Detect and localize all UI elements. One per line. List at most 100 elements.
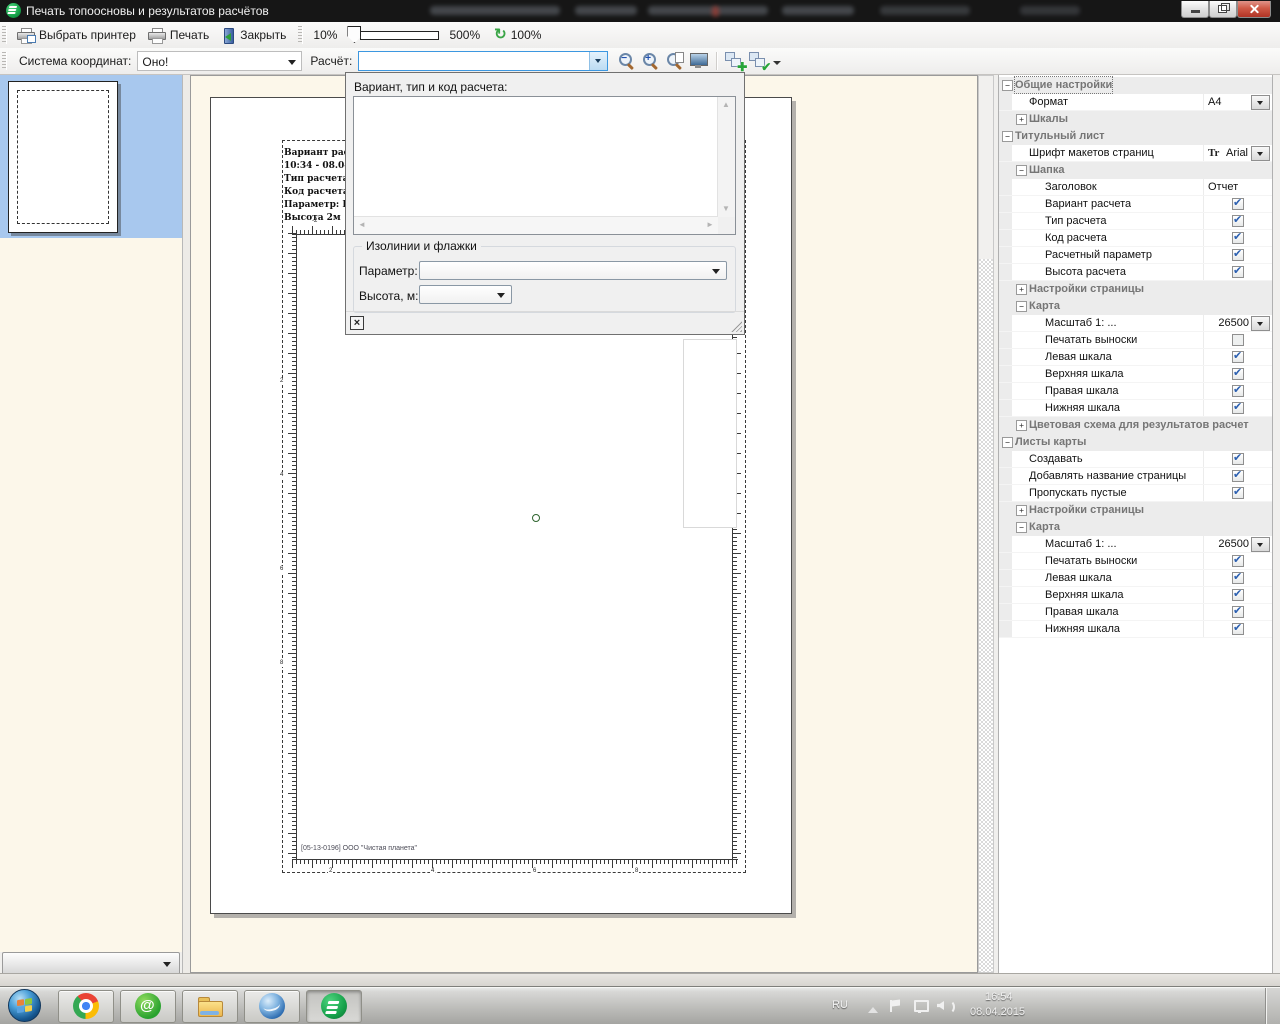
- category-label[interactable]: Карта: [1029, 298, 1060, 314]
- category-label[interactable]: Листы карты: [1015, 434, 1086, 450]
- checkbox-checked[interactable]: [1232, 249, 1244, 261]
- property-value[interactable]: Отчет: [1208, 179, 1238, 195]
- zoom-in-button[interactable]: +: [640, 50, 662, 72]
- category-label[interactable]: Настройки страницы: [1029, 502, 1144, 518]
- toolbar-grip[interactable]: [298, 26, 303, 44]
- collapse-toggle-icon[interactable]: −: [1002, 437, 1013, 448]
- property-value[interactable]: 26500: [1218, 315, 1249, 331]
- category-label[interactable]: Цветовая схема для результатов расчет: [1029, 417, 1249, 433]
- property-value[interactable]: A4: [1208, 94, 1221, 110]
- collapse-toggle-icon[interactable]: −: [1016, 301, 1027, 312]
- collapse-toggle-icon[interactable]: −: [1016, 165, 1027, 176]
- property-value-cell[interactable]: 26500: [1203, 315, 1271, 331]
- expand-toggle-icon[interactable]: +: [1016, 114, 1027, 125]
- expand-toggle-icon[interactable]: +: [1016, 420, 1027, 431]
- language-indicator[interactable]: RU: [832, 999, 848, 1011]
- checkbox-checked[interactable]: [1232, 232, 1244, 244]
- show-desktop-button[interactable]: [1265, 988, 1280, 1024]
- category-label[interactable]: Шкалы: [1029, 111, 1068, 127]
- close-preview-button[interactable]: Закрыть: [215, 25, 292, 45]
- checkbox-checked[interactable]: [1232, 572, 1244, 584]
- popup-resize-grip[interactable]: [731, 321, 742, 332]
- checkbox-checked[interactable]: [1232, 266, 1244, 278]
- property-value-cell[interactable]: [1203, 587, 1271, 603]
- checkbox-checked[interactable]: [1232, 623, 1244, 635]
- scroll-right-icon[interactable]: ►: [702, 217, 718, 233]
- show-hidden-icons-button[interactable]: [868, 1002, 878, 1013]
- expand-toggle-icon[interactable]: +: [1016, 284, 1027, 295]
- property-value-cell[interactable]: [1203, 230, 1271, 246]
- property-value-cell[interactable]: [1203, 451, 1271, 467]
- checkbox-checked[interactable]: [1232, 589, 1244, 601]
- scroll-down-icon[interactable]: ▼: [718, 201, 734, 217]
- start-button[interactable]: [8, 989, 41, 1022]
- property-value-cell[interactable]: [1203, 485, 1271, 501]
- taskbar-button-mail-agent[interactable]: [120, 990, 176, 1023]
- preview-screen-button[interactable]: [688, 50, 710, 72]
- clock-date[interactable]: 08.04.2015: [970, 1006, 1025, 1018]
- taskbar-button-chrome[interactable]: [58, 990, 114, 1023]
- property-value-cell[interactable]: [1203, 604, 1271, 620]
- coord-system-select[interactable]: Оно!: [137, 51, 302, 71]
- calculation-select[interactable]: [358, 51, 608, 71]
- toolbar-grip[interactable]: [2, 26, 7, 44]
- reset-zoom-icon[interactable]: ↻: [494, 28, 507, 42]
- property-value-cell[interactable]: [1203, 468, 1271, 484]
- checkbox-checked[interactable]: [1232, 453, 1244, 465]
- collapse-toggle-icon[interactable]: −: [1002, 131, 1013, 142]
- scroll-left-icon[interactable]: ◄: [354, 217, 370, 233]
- scrollbar-thumb[interactable]: [979, 76, 993, 260]
- checkbox-checked[interactable]: [1232, 368, 1244, 380]
- checkbox-checked[interactable]: [1232, 351, 1244, 363]
- value-dropdown-button[interactable]: [1251, 146, 1270, 161]
- preview-vertical-scrollbar[interactable]: [978, 75, 994, 973]
- height-select[interactable]: [419, 285, 512, 304]
- property-value-cell[interactable]: [1203, 213, 1271, 229]
- property-value-cell[interactable]: TrArial: [1203, 145, 1271, 161]
- taskbar-button-globe-app[interactable]: [244, 990, 300, 1023]
- collapse-toggle-icon[interactable]: −: [1002, 80, 1013, 91]
- zoom-slider-track[interactable]: [360, 31, 439, 40]
- property-value-cell[interactable]: A4: [1203, 94, 1271, 110]
- expand-toggle-icon[interactable]: +: [1016, 505, 1027, 516]
- checkbox-checked[interactable]: [1232, 215, 1244, 227]
- minimize-button[interactable]: [1181, 1, 1209, 18]
- property-value-cell[interactable]: [1203, 400, 1271, 416]
- value-dropdown-button[interactable]: [1251, 537, 1270, 552]
- property-value-cell[interactable]: [1203, 383, 1271, 399]
- clock-time[interactable]: 16:54: [985, 991, 1013, 1003]
- zoom-slider-thumb[interactable]: [347, 26, 361, 43]
- select-printer-button[interactable]: Выбрать принтер: [11, 25, 142, 45]
- page-thumbnail[interactable]: [8, 81, 118, 233]
- more-options-chevron-icon[interactable]: [773, 61, 781, 69]
- property-value-cell[interactable]: [1203, 349, 1271, 365]
- collapse-toggle-icon[interactable]: −: [1016, 522, 1027, 533]
- print-button[interactable]: Печать: [142, 25, 215, 45]
- checkbox-checked[interactable]: [1232, 555, 1244, 567]
- value-dropdown-button[interactable]: [1251, 95, 1270, 110]
- scroll-up-icon[interactable]: ▲: [718, 97, 734, 113]
- zoom-slider[interactable]: [347, 25, 439, 45]
- checkbox-checked[interactable]: [1232, 198, 1244, 210]
- listbox-hscrollbar[interactable]: ◄ ►: [354, 216, 718, 234]
- property-value[interactable]: Arial: [1226, 145, 1248, 161]
- restore-button[interactable]: [1209, 1, 1237, 18]
- taskbar-button-file-explorer[interactable]: [182, 990, 238, 1023]
- category-label[interactable]: Общие настройки: [1015, 77, 1112, 93]
- add-calculation-button[interactable]: ✚: [724, 50, 746, 72]
- property-value-cell[interactable]: [1203, 366, 1271, 382]
- property-value-cell[interactable]: 26500: [1203, 536, 1271, 552]
- zoom-out-button[interactable]: −: [616, 50, 638, 72]
- property-value-cell[interactable]: [1203, 570, 1271, 586]
- property-value-cell[interactable]: [1203, 621, 1271, 637]
- checkbox-checked[interactable]: [1232, 606, 1244, 618]
- category-label[interactable]: Карта: [1029, 519, 1060, 535]
- property-value-cell[interactable]: Отчет: [1203, 179, 1271, 195]
- zoom-page-button[interactable]: [664, 50, 686, 72]
- property-value-cell[interactable]: [1203, 247, 1271, 263]
- category-label[interactable]: Настройки страницы: [1029, 281, 1144, 297]
- checkbox-checked[interactable]: [1232, 487, 1244, 499]
- checkbox-checked[interactable]: [1232, 402, 1244, 414]
- parameter-select[interactable]: [419, 261, 727, 280]
- checkbox-unchecked[interactable]: [1232, 334, 1244, 346]
